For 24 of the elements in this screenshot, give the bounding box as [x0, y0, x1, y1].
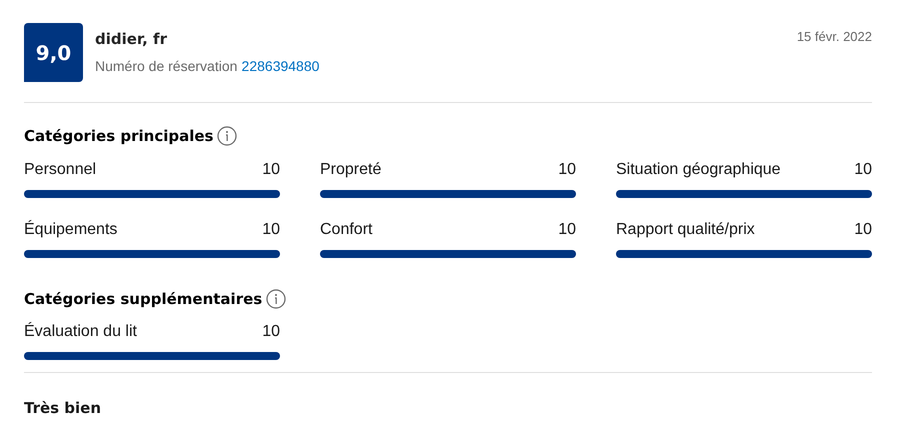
category-score: 10 [558, 220, 576, 240]
info-icon[interactable] [217, 126, 238, 146]
booking-label: Numéro de réservation [95, 58, 238, 74]
reviewer-name: didier, fr [95, 29, 168, 50]
review-date: 15 févr. 2022 [796, 28, 872, 46]
category-label: Équipements [24, 220, 118, 240]
category-label: Confort [320, 220, 372, 240]
booking-number: 2286394880 [242, 58, 320, 74]
category-score: 10 [558, 160, 576, 180]
category-score: 10 [854, 160, 872, 180]
category-label: Propreté [320, 160, 382, 180]
category-score: 10 [262, 322, 280, 342]
section-heading: Catégories supplémentaires [24, 288, 262, 310]
category-score: 10 [262, 160, 280, 180]
info-icon[interactable] [266, 288, 286, 309]
category-label: Situation géographique [616, 160, 781, 180]
category-label: Évaluation du lit [24, 322, 137, 342]
category-score: 10 [854, 220, 872, 240]
category-label: Rapport qualité/prix [616, 220, 755, 240]
score-badge: 9,0 [24, 23, 83, 82]
section-heading: Catégories principales [24, 126, 214, 147]
review-title: Très bien [24, 398, 102, 419]
category-score: 10 [262, 220, 280, 240]
category-label: Personnel [24, 160, 96, 180]
